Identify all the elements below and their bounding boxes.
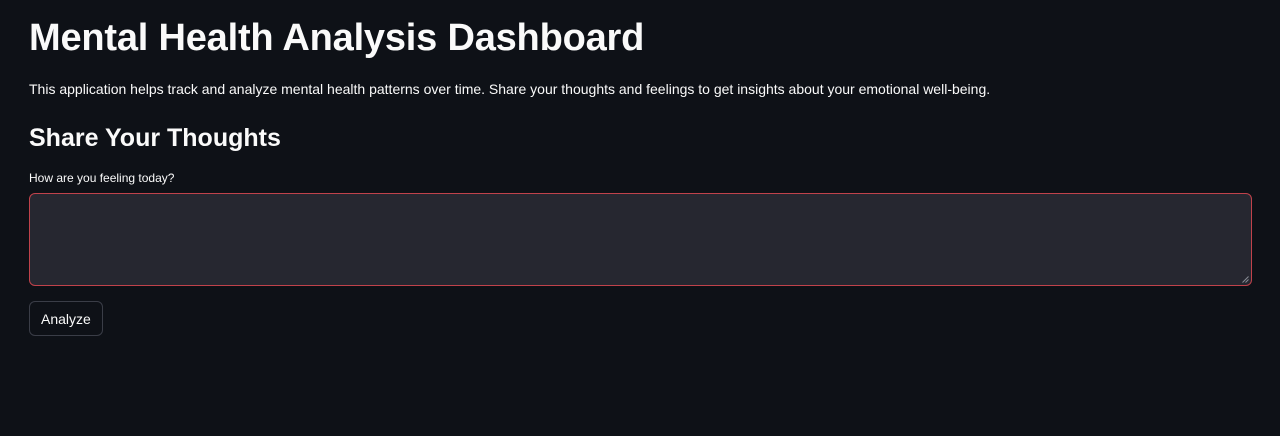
feeling-textarea[interactable] [29,193,1252,286]
analyze-button[interactable]: Analyze [29,301,103,336]
feeling-input-label: How are you feeling today? [29,171,175,185]
feeling-textarea-container [29,193,1252,286]
intro-text: This application helps track and analyze… [29,81,991,97]
app-page: Mental Health Analysis Dashboard This ap… [0,0,1280,436]
page-title: Mental Health Analysis Dashboard [29,17,645,59]
section-heading: Share Your Thoughts [29,124,281,152]
